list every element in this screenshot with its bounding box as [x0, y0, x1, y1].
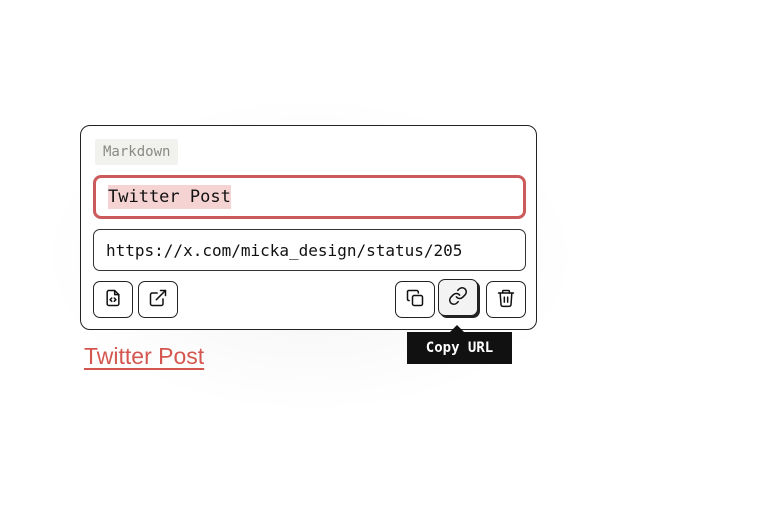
- copy-button[interactable]: [395, 281, 435, 318]
- link-edit-popover: Markdown Twitter Post: [80, 125, 537, 330]
- open-link-button[interactable]: [138, 281, 178, 318]
- delete-link-button[interactable]: [486, 281, 526, 318]
- embed-button[interactable]: [93, 281, 133, 318]
- file-code-icon: [103, 288, 123, 311]
- copy-url-tooltip: Copy URL: [407, 325, 512, 364]
- selected-title-text[interactable]: Twitter Post: [108, 185, 231, 209]
- external-link-icon: [148, 288, 168, 311]
- format-badge: Markdown: [95, 139, 179, 165]
- link-icon: [448, 286, 468, 309]
- copy-url-button[interactable]: [438, 279, 478, 316]
- trash-icon: [496, 288, 516, 311]
- twitter-post-link[interactable]: Twitter Post: [84, 343, 204, 370]
- link-url-input[interactable]: [93, 229, 526, 271]
- link-title-input[interactable]: Twitter Post: [93, 175, 526, 219]
- copy-icon: [405, 288, 425, 311]
